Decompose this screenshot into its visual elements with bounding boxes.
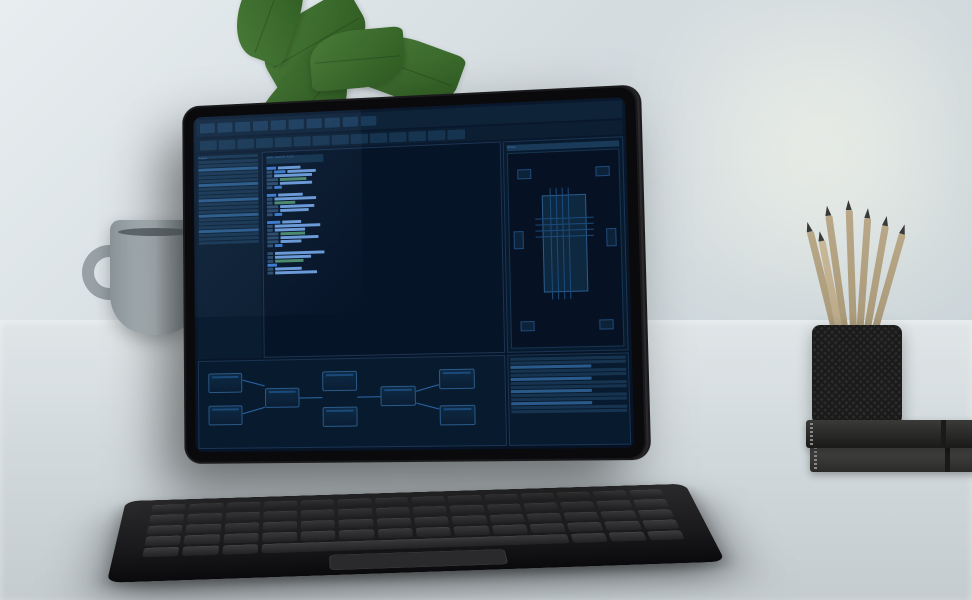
toolbar-button — [237, 139, 254, 149]
toolbar-button — [312, 135, 329, 145]
tablet-body: Project main source file — [182, 85, 647, 464]
ide-screen: Project main source file — [193, 97, 634, 452]
peripheral-block — [596, 165, 610, 176]
toolbar-button — [332, 134, 349, 144]
toolbar-button — [389, 132, 407, 143]
menu-item — [253, 121, 268, 131]
menu-item — [289, 119, 304, 129]
trackpad — [329, 549, 508, 570]
graph-node — [209, 405, 243, 425]
menu-item — [200, 123, 215, 133]
ide-project-sidebar: Project — [196, 152, 261, 359]
keyboard-keys — [142, 489, 685, 557]
toolbar-button — [275, 137, 292, 147]
graph-node — [323, 407, 358, 427]
toolbar-button — [219, 140, 236, 150]
toolbar-button — [200, 140, 217, 150]
ide-device-inspector: Device — [503, 136, 629, 353]
toolbar-button — [351, 134, 368, 144]
graph-node — [208, 373, 242, 393]
menu-item — [361, 116, 377, 126]
graph-node — [380, 386, 416, 407]
graph-node — [439, 369, 475, 390]
ide-node-graph — [198, 355, 507, 449]
toolbar-button — [294, 136, 311, 146]
menu-item — [235, 122, 250, 132]
menu-item — [271, 120, 286, 130]
menu-item — [325, 117, 340, 127]
graph-node — [440, 405, 476, 426]
chip-pinout-diagram — [507, 148, 625, 348]
ic-package-icon — [542, 193, 589, 292]
peripheral-block — [606, 228, 617, 246]
notebook — [806, 420, 972, 448]
tablet-device: Project main source file — [110, 62, 730, 572]
menu-item — [307, 118, 322, 128]
toolbar-button — [256, 138, 273, 148]
peripheral-block — [599, 320, 614, 330]
ide-properties-panel — [507, 352, 631, 445]
toolbar-button — [370, 133, 387, 144]
graph-node — [322, 371, 357, 391]
ide-code-editor: main source file — [262, 141, 505, 357]
pencil-holder — [802, 230, 912, 430]
peripheral-block — [517, 169, 531, 179]
menu-item — [343, 117, 358, 127]
graph-node — [265, 388, 300, 408]
editor-tab: main source file — [266, 154, 323, 164]
toolbar-button — [447, 129, 465, 140]
pencil — [846, 210, 858, 340]
notebook — [810, 444, 972, 472]
toolbar-button — [428, 130, 446, 141]
toolbar-button — [408, 131, 426, 142]
notebook-stack — [792, 417, 972, 472]
peripheral-block — [514, 231, 524, 249]
peripheral-block — [520, 322, 534, 332]
mesh-cup — [812, 325, 902, 430]
keyboard-folio — [107, 484, 726, 583]
menu-item — [218, 122, 233, 132]
